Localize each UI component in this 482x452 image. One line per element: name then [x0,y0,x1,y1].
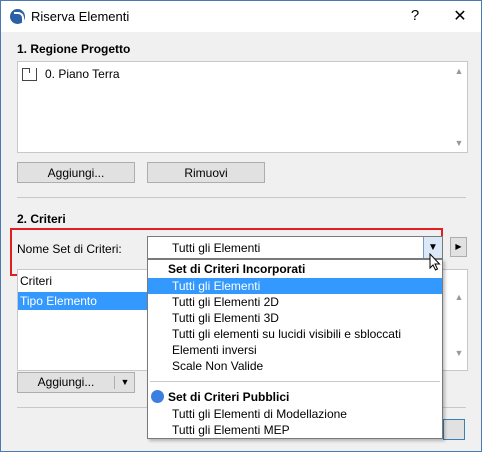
dialog-window: Riserva Elementi ? ✕ 1. Regione Progetto… [0,0,482,452]
menu-item-all-elements-2d[interactable]: Tutti gli Elementi 2D [148,294,442,310]
region-list[interactable]: 0. Piano Terra ▲ ▼ [17,61,468,153]
menu-item-all-elements-3d[interactable]: Tutti gli Elementi 3D [148,310,442,326]
menu-item-all-elements[interactable]: Tutti gli Elementi [148,278,442,294]
criteria-set-menu: Set di Criteri Incorporati Tutti gli Ele… [147,259,443,439]
window-title: Riserva Elementi [31,9,130,24]
section-criteria-label: 2. Criteri [17,212,66,226]
add-region-button[interactable]: Aggiungi... [17,162,135,183]
ok-button[interactable] [443,419,465,440]
split-divider [114,376,115,389]
mouse-pointer-icon [429,253,441,271]
remove-region-button[interactable]: Rimuovi [147,162,265,183]
menu-item-all-modeling-elements[interactable]: Tutti gli Elementi di Modellazione [148,406,442,422]
triangle-right-icon[interactable]: ▶ [450,237,467,257]
menu-item-all-mep-elements[interactable]: Tutti gli Elementi MEP [148,422,442,438]
list-item-label: 0. Piano Terra [45,67,120,81]
archicad-icon [10,9,25,24]
divider [17,197,466,198]
blue-dot-icon [151,390,164,403]
scroll-up-icon[interactable]: ▲ [453,66,465,76]
menu-item-visible-unlocked-layers[interactable]: Tutti gli elementi su lucidi visibili e … [148,326,442,342]
close-button[interactable]: ✕ [449,6,471,28]
criteria-set-dropdown[interactable]: Tutti gli Elementi ▼ [147,236,443,259]
criteria-column-header: Criteri [20,274,52,288]
chevron-down-icon[interactable]: ▼ [118,373,132,392]
add-criteria-split-button[interactable]: Aggiungi... ▼ [17,372,135,393]
builtin-criteria-header: Set di Criteri Incorporati [168,262,306,276]
scroll-up-icon[interactable]: ▲ [453,292,465,302]
menu-divider [150,381,440,382]
story-icon [22,67,37,81]
add-criteria-label: Aggiungi... [37,375,95,389]
menu-item-invalid-scales[interactable]: Scale Non Valide [148,358,442,374]
public-criteria-header: Set di Criteri Pubblici [168,390,290,404]
list-item[interactable]: 0. Piano Terra [22,67,120,81]
table-row[interactable]: Tipo Elemento [18,292,150,310]
section-project-region-label: 1. Regione Progetto [17,42,131,56]
scroll-down-icon[interactable]: ▼ [453,348,465,358]
criteria-set-name-label: Nome Set di Criteri: [17,242,122,256]
help-button[interactable]: ? [405,7,425,27]
scroll-down-icon[interactable]: ▼ [453,138,465,148]
criteria-set-value: Tutti gli Elementi [172,241,261,255]
menu-item-inverse-elements[interactable]: Elementi inversi [148,342,442,358]
title-bar: Riserva Elementi ? ✕ [1,1,481,32]
